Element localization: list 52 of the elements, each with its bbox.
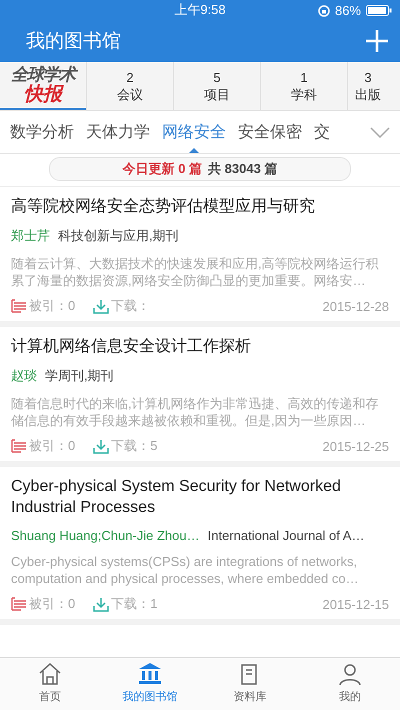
article-source: 学周刊,期刊 bbox=[45, 367, 114, 385]
citation-count: 被引：0 bbox=[29, 297, 76, 315]
status-time: 上午9:58 bbox=[174, 1, 226, 19]
article-title[interactable]: Cyber-physical System Security for Networked Industrial Processes bbox=[11, 476, 389, 518]
article-date: 2015-12-25 bbox=[322, 438, 389, 454]
tab-bar-item[interactable]: 我的 bbox=[300, 658, 400, 710]
chevron-down-icon bbox=[370, 126, 390, 138]
download-icon bbox=[93, 596, 110, 612]
citation-icon bbox=[11, 597, 27, 611]
page-title: 我的图书馆 bbox=[26, 30, 121, 54]
citation-count: 被引：0 bbox=[29, 595, 76, 613]
tab-bar-item[interactable]: 资料库 bbox=[200, 658, 300, 710]
category-tab[interactable]: 安全保密 bbox=[238, 111, 302, 153]
article-abstract: Cyber-physical systems(CPSs) are integrations of networks, computation and physical processes, where embedded co… bbox=[11, 553, 360, 587]
article-date: 2015-12-15 bbox=[322, 596, 389, 612]
article-title[interactable]: 高等院校网络安全态势评估模型应用与研究 bbox=[11, 196, 389, 217]
logo[interactable]: 全球学术 快报 bbox=[0, 62, 86, 110]
tab-bar-item[interactable]: 首页 bbox=[0, 658, 100, 710]
citation-icon bbox=[11, 299, 27, 313]
battery-icon bbox=[366, 5, 392, 16]
article-authors: Shuang Huang;Chun-Jie Zhou… bbox=[11, 528, 200, 543]
article-title[interactable]: 计算机网络信息安全设计工作探析 bbox=[11, 336, 389, 357]
download-icon bbox=[93, 298, 110, 314]
download-count: 下载：1 bbox=[111, 595, 158, 613]
battery-percent: 86% bbox=[334, 3, 361, 18]
add-button[interactable] bbox=[364, 28, 390, 54]
category-tab[interactable]: 交 bbox=[314, 111, 330, 153]
tab-bar-item[interactable]: 我的图书馆 bbox=[100, 658, 200, 710]
category-tab[interactable]: 网络安全 bbox=[162, 111, 226, 153]
article-abstract: 随着云计算、大数据技术的快速发展和应用,高等院校网络运行积累了海量的数据资源,网络安全防御凸显的更加重要。网络安… bbox=[11, 255, 380, 289]
total-count: 共 83043 篇 bbox=[208, 160, 278, 178]
citation-icon bbox=[11, 439, 27, 453]
citation-count: 被引：0 bbox=[29, 437, 76, 455]
article-source: 科技创新与应用,期刊 bbox=[58, 227, 179, 245]
article-source: International Journal of A… bbox=[208, 528, 364, 543]
article-date: 2015-12-28 bbox=[322, 298, 389, 314]
library-icon bbox=[137, 661, 163, 687]
category-tab[interactable]: 天体力学 bbox=[86, 111, 150, 153]
today-update-count: 今日更新 0 篇 bbox=[122, 160, 202, 178]
download-icon bbox=[93, 438, 110, 454]
article-authors: 赵琰 bbox=[11, 367, 37, 385]
download-count: 下载： bbox=[111, 297, 150, 315]
stat-tab[interactable]: 1 学科 bbox=[260, 62, 347, 110]
category-tab[interactable]: 数学分析 bbox=[10, 111, 74, 153]
stat-tab[interactable]: 5 项目 bbox=[173, 62, 260, 110]
home-icon bbox=[37, 661, 63, 687]
download-count: 下载：5 bbox=[111, 437, 158, 455]
rotation-lock-icon bbox=[318, 4, 330, 16]
article-abstract: 随着信息时代的来临,计算机网络作为非常迅捷、高效的传递和存储信息的有效手段越来越被依赖和重视。但是,因为一些原因… bbox=[11, 395, 380, 429]
article-authors: 郑士芹 bbox=[11, 227, 50, 245]
stat-tab[interactable]: 2 会议 bbox=[86, 62, 173, 110]
stat-tab[interactable]: 3 出版 bbox=[347, 62, 388, 110]
